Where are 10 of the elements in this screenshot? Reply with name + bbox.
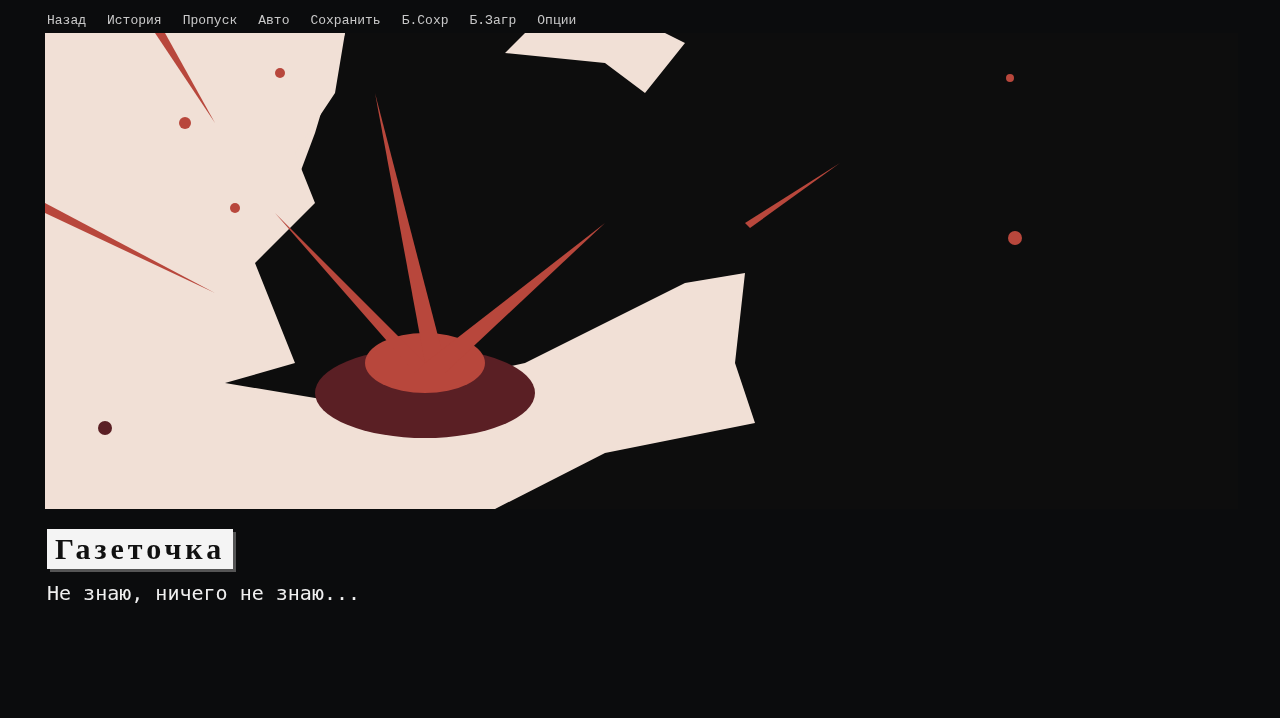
menu-button[interactable]: Б.Загр xyxy=(469,11,517,29)
menu-button[interactable]: Сохранить xyxy=(310,11,381,29)
menu-button[interactable]: Назад xyxy=(47,11,86,29)
menu-button[interactable]: Авто xyxy=(258,11,290,29)
menu-button[interactable]: Б.Сохр xyxy=(401,11,449,29)
menu-button[interactable]: История xyxy=(107,11,162,29)
dialogue-text: Не знаю, ничего не знаю... xyxy=(47,581,361,605)
menu-button[interactable]: Пропуск xyxy=(182,11,238,29)
speaker-name: Газеточка xyxy=(47,529,234,569)
menu-button[interactable]: Опции xyxy=(537,11,577,29)
